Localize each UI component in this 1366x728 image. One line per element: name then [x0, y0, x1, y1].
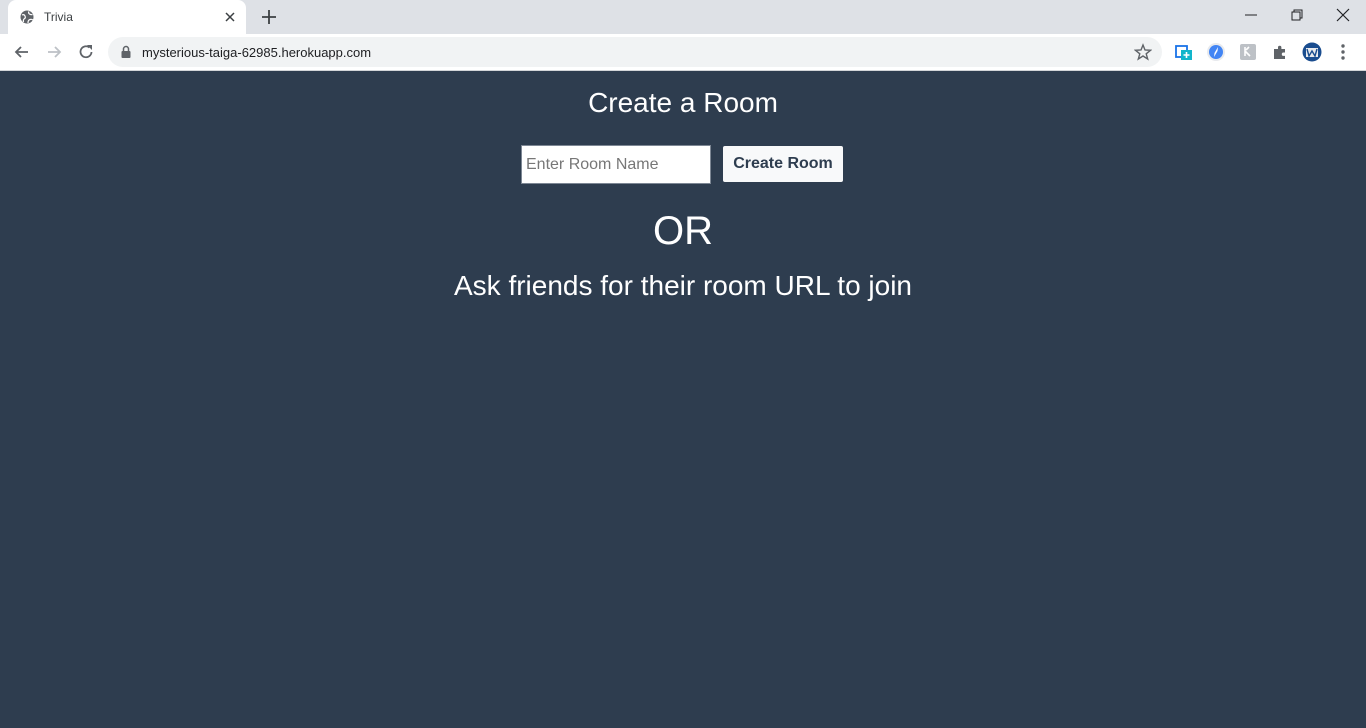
- browser-tab[interactable]: Trivia: [8, 0, 246, 34]
- address-bar[interactable]: mysterious-taiga-62985.herokuapp.com: [108, 37, 1162, 67]
- restore-icon[interactable]: [1287, 6, 1307, 24]
- globe-icon: [20, 10, 34, 24]
- page-content: Create a Room Create Room OR Ask friends…: [0, 71, 1366, 728]
- browser-tab-strip: Trivia: [0, 0, 1366, 34]
- new-tab-icon[interactable]: [260, 8, 278, 26]
- extensions-puzzle-icon[interactable]: [1270, 42, 1290, 62]
- minimize-icon[interactable]: [1241, 6, 1261, 24]
- browser-menu-icon[interactable]: [1335, 42, 1351, 62]
- tab-title: Trivia: [44, 10, 73, 24]
- url-text: mysterious-taiga-62985.herokuapp.com: [142, 45, 372, 60]
- extension-translate-icon[interactable]: [1238, 42, 1258, 62]
- close-window-icon[interactable]: [1333, 6, 1353, 24]
- back-arrow-icon[interactable]: [12, 42, 32, 62]
- lock-icon[interactable]: [120, 45, 132, 59]
- create-room-button[interactable]: Create Room: [723, 146, 843, 182]
- room-name-input[interactable]: [521, 145, 711, 184]
- forward-arrow-icon[interactable]: [44, 42, 64, 62]
- extension-screen-icon[interactable]: [1174, 42, 1194, 62]
- join-instructions: Ask friends for their room URL to join: [453, 270, 913, 301]
- profile-avatar-icon[interactable]: [1302, 42, 1322, 62]
- page-title: Create a Room: [588, 87, 778, 118]
- close-tab-icon[interactable]: [222, 9, 238, 25]
- extension-compass-icon[interactable]: [1206, 42, 1226, 62]
- bookmark-star-icon[interactable]: [1134, 43, 1152, 61]
- or-divider-text: OR: [653, 209, 713, 253]
- browser-toolbar: mysterious-taiga-62985.herokuapp.com: [0, 34, 1366, 71]
- reload-icon[interactable]: [76, 42, 96, 62]
